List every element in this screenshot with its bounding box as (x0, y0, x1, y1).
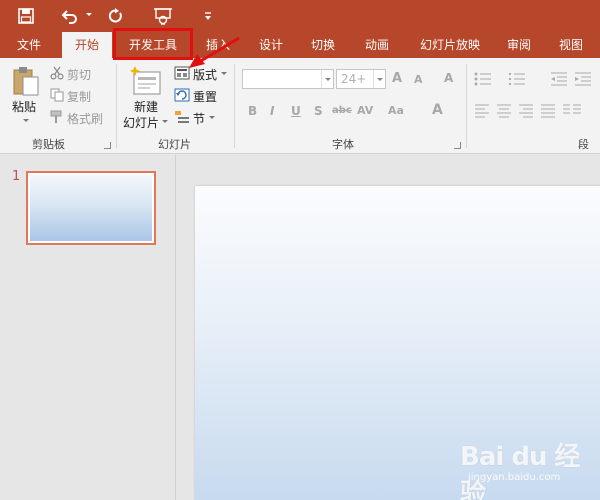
watermark-url: jingyan.baidu.com (468, 472, 561, 483)
section-icon[interactable] (174, 110, 190, 124)
format-painter-icon[interactable] (50, 110, 64, 124)
bold-button[interactable]: B (248, 104, 257, 118)
shrink-font-icon[interactable]: A (414, 73, 423, 86)
present-icon[interactable] (150, 4, 176, 28)
font-size-value: 24+ (341, 72, 367, 86)
font-launcher-icon[interactable] (454, 142, 461, 149)
section-dropdown-icon[interactable] (209, 116, 215, 119)
new-slide-button[interactable]: 幻灯片 (123, 114, 159, 131)
bullets-icon[interactable] (474, 72, 492, 86)
font-group-label: 字体 (332, 138, 354, 151)
separator (466, 64, 467, 148)
character-spacing-button[interactable]: AV (357, 104, 373, 117)
save-icon[interactable] (14, 4, 38, 28)
underline-button[interactable]: U (291, 104, 301, 118)
tab-design[interactable]: 设计 (248, 32, 294, 58)
tab-animations[interactable]: 动画 (354, 32, 400, 58)
paragraph-group-label: 段 (578, 138, 589, 151)
change-case-button[interactable]: Aa (388, 104, 404, 117)
slide-number: 1 (12, 169, 21, 184)
cut-button[interactable]: 剪切 (67, 66, 91, 83)
undo-icon[interactable] (58, 4, 82, 28)
tab-review[interactable]: 审阅 (496, 32, 542, 58)
tab-file[interactable]: 文件 (6, 32, 52, 58)
format-painter-button[interactable]: 格式刷 (67, 110, 103, 127)
tab-transitions[interactable]: 切换 (300, 32, 346, 58)
justify-icon[interactable] (540, 104, 556, 118)
undo-dropdown-icon[interactable] (86, 13, 92, 16)
title-bar (0, 0, 600, 32)
strikethrough-button[interactable]: abc (332, 105, 352, 116)
redo-icon[interactable] (104, 4, 128, 28)
font-color-button[interactable]: A (432, 102, 443, 118)
reset-icon[interactable] (174, 88, 190, 102)
annotation-arrow-icon (189, 36, 240, 68)
copy-icon[interactable] (50, 88, 64, 102)
cut-icon[interactable] (50, 66, 64, 80)
slide-thumbnail-preview (30, 175, 152, 241)
font-name-dropdown-icon[interactable] (321, 70, 333, 88)
align-center-icon[interactable] (496, 104, 512, 118)
customize-icon[interactable] (200, 4, 216, 28)
watermark-logo: Bai du 经验 (460, 442, 581, 500)
italic-button[interactable]: I (270, 104, 274, 118)
clear-formatting-icon[interactable]: A (444, 71, 453, 85)
separator (234, 64, 235, 148)
font-size-combo[interactable]: 24+ (336, 69, 386, 89)
slides-group-label: 幻灯片 (158, 138, 191, 151)
copy-button[interactable]: 复制 (67, 88, 91, 105)
decrease-indent-icon[interactable] (550, 72, 568, 86)
align-right-icon[interactable] (518, 104, 534, 118)
slide-thumbnail[interactable] (26, 171, 156, 245)
layout-dropdown-icon[interactable] (221, 72, 227, 75)
align-left-icon[interactable] (474, 104, 490, 118)
grow-font-icon[interactable]: A (392, 71, 402, 86)
clipboard-group-label: 剪贴板 (32, 138, 65, 151)
columns-icon[interactable] (562, 104, 582, 118)
tab-slideshow[interactable]: 幻灯片放映 (410, 32, 490, 58)
slide-thumbnail-pane: 1 (0, 155, 176, 500)
increase-indent-icon[interactable] (574, 72, 592, 86)
tab-view[interactable]: 视图 (548, 32, 594, 58)
tab-home[interactable]: 开始 (62, 32, 112, 58)
numbering-icon[interactable] (508, 72, 526, 86)
powerpoint-window: 文件 开始 开发工具 插入 设计 切换 动画 幻灯片放映 审阅 视图 粘贴 剪切… (0, 0, 600, 500)
font-size-dropdown-icon[interactable] (373, 70, 385, 88)
clipboard-launcher-icon[interactable] (104, 142, 111, 149)
baidu-watermark: Bai du 经验 jingyan.baidu.com (460, 436, 600, 500)
font-name-combo[interactable] (242, 69, 334, 89)
paste-icon[interactable] (12, 66, 40, 96)
new-slide-dropdown-icon[interactable] (162, 120, 168, 123)
paste-dropdown-icon[interactable] (23, 119, 29, 122)
ribbon: 粘贴 剪切 复制 格式刷 剪贴板 新建 幻灯片 版式 重置 节 幻灯片 24+ … (0, 58, 600, 154)
new-slide-icon[interactable] (130, 66, 162, 96)
developer-tab-highlight (113, 28, 193, 60)
new-slide-label[interactable]: 新建 (134, 98, 158, 115)
separator (116, 64, 117, 148)
shadow-button[interactable]: S (314, 104, 323, 118)
reset-button[interactable]: 重置 (193, 88, 217, 105)
paste-button[interactable]: 粘贴 (12, 98, 36, 115)
ribbon-tabs: 文件 开始 开发工具 插入 设计 切换 动画 幻灯片放映 审阅 视图 (0, 32, 600, 58)
section-button[interactable]: 节 (193, 110, 205, 127)
